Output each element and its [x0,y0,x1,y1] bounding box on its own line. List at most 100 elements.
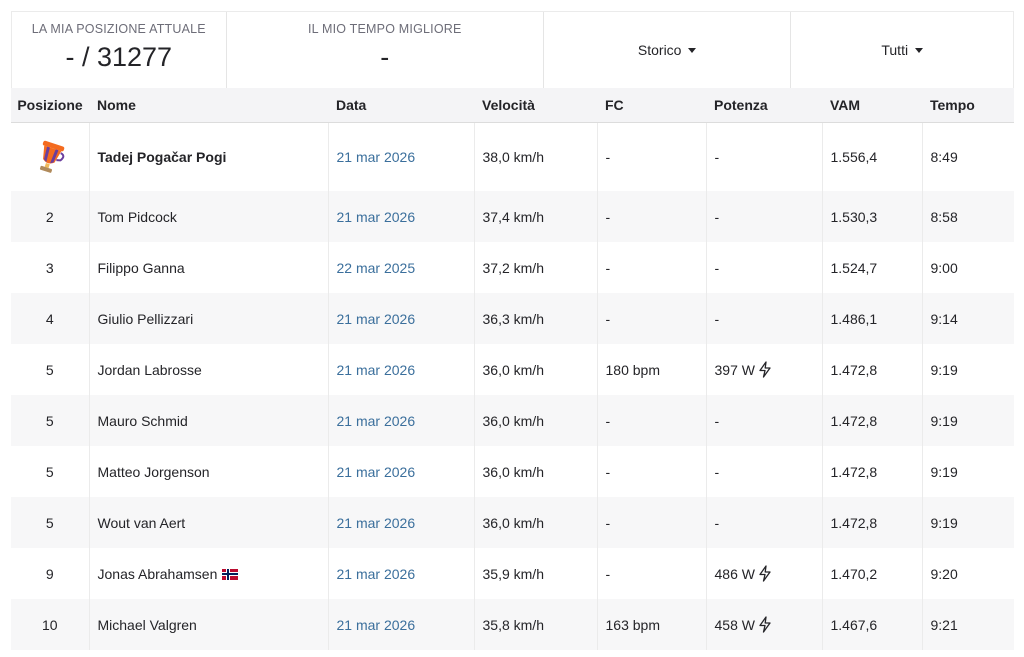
speed-cell: 37,2 km/h [474,242,598,293]
power-cell: - [706,497,823,548]
date-link[interactable]: 21 mar 2026 [328,191,475,242]
athlete-name-link[interactable]: Matteo Jorgenson [89,446,329,497]
current-position-label: LA MIA POSIZIONE ATTUALE [31,22,206,36]
athlete-name-link[interactable]: Mauro Schmid [89,395,329,446]
speed-cell: 38,0 km/h [474,122,598,191]
date-link[interactable]: 21 mar 2026 [328,293,475,344]
position-cell: 5 [11,497,90,548]
athlete-name-link[interactable]: Jordan Labrosse [89,344,329,395]
heart-rate-cell: 163 bpm [597,599,707,650]
vam-cell: 1.472,8 [822,395,923,446]
position-cell [11,122,90,191]
table-header-row: Posizione Nome Data Velocità FC Potenza … [11,88,1014,123]
date-link[interactable]: 21 mar 2026 [328,122,475,191]
table-row: 3 Filippo Ganna 22 mar 2025 37,2 km/h - … [11,242,1014,293]
speed-cell: 36,0 km/h [474,497,598,548]
table-row: 5 Wout van Aert 21 mar 2026 36,0 km/h - … [11,497,1014,548]
athlete-name-link[interactable]: Jonas Abrahamsen [89,548,329,599]
date-link[interactable]: 22 mar 2025 [328,242,475,293]
time-cell: 9:19 [930,361,958,378]
table-row: 4 Giulio Pellizzari 21 mar 2026 36,3 km/… [11,293,1014,344]
time-cell: 9:20 [930,565,958,582]
vam-cell: 1.556,4 [822,122,923,191]
power-cell: 486 W [706,548,823,599]
table-row: 9 Jonas Abrahamsen 21 mar 2026 35,9 km/h… [11,548,1014,599]
best-time-stat: IL MIO TEMPO MIGLIORE - [227,12,544,88]
date-link[interactable]: 21 mar 2026 [328,599,475,650]
power-cell: - [706,242,823,293]
vam-cell: 1.467,6 [822,599,923,650]
current-position-stat: LA MIA POSIZIONE ATTUALE - / 31277 [12,12,227,88]
column-header-name[interactable]: Nome [89,88,328,123]
column-header-position[interactable]: Posizione [11,88,89,123]
position-cell: 4 [11,293,90,344]
athlete-name-link[interactable]: Wout van Aert [89,497,329,548]
power-cell: - [706,446,823,497]
position-cell: 5 [11,344,90,395]
athlete-name-link[interactable]: Giulio Pellizzari [89,293,329,344]
time-cell: 9:14 [922,293,1014,344]
vam-cell: 1.524,7 [822,242,923,293]
heart-rate-cell: - [597,548,707,599]
time-cell: 9:21 [922,599,1014,650]
table-row: 5 Matteo Jorgenson 21 mar 2026 36,0 km/h… [11,446,1014,497]
vam-cell: 1.472,8 [822,344,923,395]
speed-cell: 37,4 km/h [474,191,598,242]
column-header-speed[interactable]: Velocità [474,88,597,123]
date-link[interactable]: 21 mar 2026 [328,497,475,548]
position-cell: 10 [11,599,90,650]
time-cell: 9:19 [922,395,1014,446]
speed-cell: 35,9 km/h [474,548,598,599]
column-header-time[interactable]: Tempo [922,88,1014,123]
table-row: 2 Tom Pidcock 21 mar 2026 37,4 km/h - - … [11,191,1014,242]
column-header-power[interactable]: Potenza [706,88,822,123]
lightning-bolt-icon [759,565,771,582]
time-cell: 9:00 [930,259,958,276]
position-cell: 3 [11,242,90,293]
date-link[interactable]: 21 mar 2026 [328,446,475,497]
stats-header: LA MIA POSIZIONE ATTUALE - / 31277 IL MI… [11,11,1014,88]
heart-rate-cell: - [597,446,707,497]
date-link[interactable]: 21 mar 2026 [328,344,475,395]
power-value: 486 W [714,566,755,582]
group-filter-label: Tutti [881,42,909,58]
position-cell: 2 [11,191,90,242]
heart-rate-cell: 180 bpm [597,344,707,395]
group-filter-dropdown[interactable]: Tutti [791,12,1013,88]
current-position-value: - / 31277 [65,42,173,72]
athlete-name-link[interactable]: Filippo Ganna [89,242,329,293]
position-cell: 9 [11,548,90,599]
column-header-vam[interactable]: VAM [822,88,922,123]
athlete-name: Jonas Abrahamsen [97,565,218,582]
time-cell: 9:19 [922,497,1014,548]
history-filter-label: Storico [637,42,682,58]
power-cell: - [706,293,823,344]
best-time-label: IL MIO TEMPO MIGLIORE [307,22,462,36]
column-header-heart-rate[interactable]: FC [597,88,706,123]
power-value: 458 W [714,617,755,633]
speed-cell: 36,0 km/h [474,344,598,395]
athlete-name-link[interactable]: Tadej Pogačar Pogi [89,122,329,191]
history-filter-dropdown[interactable]: Storico [544,12,792,88]
power-cell: - [706,191,823,242]
power-value: 397 W [714,362,755,378]
heart-rate-cell: - [597,191,707,242]
athlete-name-link[interactable]: Tom Pidcock [89,191,329,242]
leaderboard-table: Posizione Nome Data Velocità FC Potenza … [11,88,1014,650]
time-cell: 8:58 [922,191,1014,242]
athlete-name-link[interactable]: Michael Valgren [89,599,329,650]
table-row: 10 Michael Valgren 21 mar 2026 35,8 km/h… [11,599,1014,650]
vam-cell: 1.472,8 [822,446,923,497]
date-link[interactable]: 21 mar 2026 [328,395,475,446]
lightning-bolt-icon [759,616,771,633]
heart-rate-cell: - [597,395,707,446]
power-cell: - [706,395,823,446]
speed-cell: 36,3 km/h [474,293,598,344]
column-header-date[interactable]: Data [328,88,474,123]
position-cell: 5 [11,446,90,497]
table-row: Tadej Pogačar Pogi 21 mar 2026 38,0 km/h… [11,122,1014,191]
speed-cell: 36,0 km/h [474,395,598,446]
norway-flag-icon [222,568,239,580]
date-link[interactable]: 21 mar 2026 [328,548,475,599]
vam-cell: 1.486,1 [822,293,923,344]
